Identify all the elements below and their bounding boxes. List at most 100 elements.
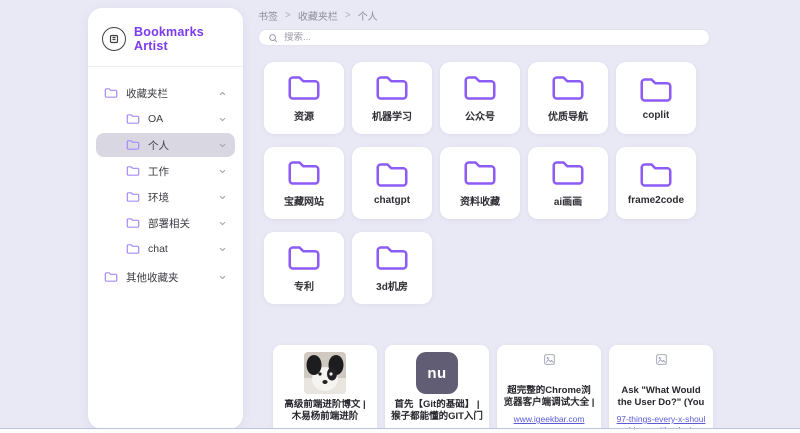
app-logo: Bookmarks Artist	[88, 8, 243, 66]
favorites-children: OA 个人	[96, 107, 235, 261]
chevron-down-icon[interactable]	[218, 115, 227, 124]
folder-name: 资料收藏	[460, 193, 500, 208]
app-title: Bookmarks Artist	[134, 25, 229, 53]
search-input[interactable]	[284, 32, 700, 43]
folder-card[interactable]: 资源	[264, 62, 344, 134]
folder-card[interactable]: 资料收藏	[440, 147, 520, 219]
folder-card[interactable]: 3d机房	[352, 232, 432, 304]
sidebar-item-label: chat	[148, 243, 218, 255]
sidebar-item-label: 个人	[148, 138, 218, 153]
folder-icon	[104, 87, 118, 99]
folder-name: 资源	[294, 108, 314, 123]
folder-card[interactable]: 公众号	[440, 62, 520, 134]
folder-card[interactable]: coplit	[616, 62, 696, 134]
sidebar-item[interactable]: chat	[96, 237, 235, 261]
nulab-logo-text: nu	[427, 365, 446, 382]
bookmark-title: 首先【Git的基础】 | 猴子都能懂的GIT入门 |..	[391, 399, 483, 425]
chevron-down-icon[interactable]	[218, 193, 227, 202]
folder-icon	[462, 73, 498, 103]
breadcrumb-item[interactable]: 收藏夹栏	[298, 8, 338, 23]
bookmark-card[interactable]: nu 首先【Git的基础】 | 猴子都能懂的GIT入门 |.. backlog.…	[385, 345, 489, 433]
folder-icon	[126, 191, 140, 203]
folder-icon	[286, 243, 322, 273]
chevron-down-icon[interactable]	[218, 219, 227, 228]
breadcrumb: 书签 > 收藏夹栏 > 个人	[258, 8, 378, 23]
bookmark-card[interactable]: 高级前端进阶博文 | 木易杨前端进阶 muyiy.cn	[273, 345, 377, 433]
folder-tree: 收藏夹栏 OA	[88, 67, 243, 289]
folder-icon	[638, 160, 674, 190]
sidebar-item-other-bookmarks[interactable]: 其他收藏夹	[96, 265, 235, 289]
sidebar-item-favorites-bar[interactable]: 收藏夹栏	[96, 81, 235, 105]
folder-name: 专利	[294, 278, 314, 293]
search-icon	[268, 33, 278, 43]
chevron-up-icon[interactable]	[218, 89, 227, 98]
folder-icon	[126, 165, 140, 177]
folder-name: 优质导航	[548, 108, 588, 123]
folder-card[interactable]: frame2code	[616, 147, 696, 219]
breadcrumb-item[interactable]: 个人	[358, 8, 378, 23]
breadcrumb-separator: >	[345, 10, 351, 21]
search-bar[interactable]	[258, 29, 710, 46]
folder-card[interactable]: 宝藏网站	[264, 147, 344, 219]
bookmark-card-row: 高级前端进阶博文 | 木易杨前端进阶 muyiy.cn nu 首先【Git的基础…	[273, 345, 713, 433]
folder-icon	[374, 160, 410, 190]
sidebar-item[interactable]: 个人	[96, 133, 235, 157]
breadcrumb-separator: >	[285, 10, 291, 21]
folder-icon	[126, 217, 140, 229]
broken-image-icon	[656, 352, 667, 380]
chevron-down-icon[interactable]	[218, 167, 227, 176]
sidebar-item-label: 其他收藏夹	[126, 270, 218, 285]
folder-icon	[104, 271, 118, 283]
folder-icon	[126, 113, 140, 125]
folder-name: 宝藏网站	[284, 193, 324, 208]
bookmark-card[interactable]: 超完整的Chrome浏览器客户端调试大全 | ... www.igeekbar.…	[497, 345, 601, 433]
folder-card[interactable]: 优质导航	[528, 62, 608, 134]
sidebar-item-label: OA	[148, 113, 218, 125]
folder-card[interactable]: 机器学习	[352, 62, 432, 134]
folder-icon	[462, 158, 498, 188]
folder-name: chatgpt	[374, 195, 410, 206]
sidebar-item[interactable]: 部署相关	[96, 211, 235, 235]
bookmark-card[interactable]: Ask "What Would the User Do?" (You Are..…	[609, 345, 713, 433]
folder-icon	[126, 139, 140, 151]
folder-name: 机器学习	[372, 108, 412, 123]
folder-name: 3d机房	[376, 278, 408, 293]
sidebar-item[interactable]: OA	[96, 107, 235, 131]
breadcrumb-item[interactable]: 书签	[258, 8, 278, 23]
bookmark-title: 超完整的Chrome浏览器客户端调试大全 | ...	[503, 385, 595, 411]
bookmark-title: Ask "What Would the User Do?" (You Are..…	[615, 385, 707, 411]
folder-icon	[126, 243, 140, 255]
folder-icon	[286, 73, 322, 103]
bookmark-thumbnail-nulab-logo: nu	[416, 352, 458, 394]
folder-icon	[286, 158, 322, 188]
sidebar-item[interactable]: 工作	[96, 159, 235, 183]
broken-image-icon	[544, 352, 555, 380]
folder-icon	[638, 75, 674, 105]
folder-card[interactable]: 专利	[264, 232, 344, 304]
sidebar-item-label: 收藏夹栏	[126, 86, 218, 101]
bookmark-link[interactable]: www.igeekbar.com	[514, 414, 585, 425]
sidebar-item-label: 部署相关	[148, 216, 218, 231]
bookmark-title: 高级前端进阶博文 | 木易杨前端进阶	[279, 399, 371, 424]
folder-grid: 资源 机器学习 公众号 优质导航	[264, 62, 696, 304]
chevron-down-icon[interactable]	[218, 141, 227, 150]
folder-name: frame2code	[628, 195, 684, 206]
folder-card[interactable]: ai画画	[528, 147, 608, 219]
folder-icon	[374, 243, 410, 273]
folder-name: ai画画	[554, 193, 582, 208]
sidebar: Bookmarks Artist 收藏夹栏	[88, 8, 243, 429]
folder-icon	[550, 158, 586, 188]
folder-icon	[550, 73, 586, 103]
sidebar-item[interactable]: 环境	[96, 185, 235, 209]
folder-icon	[374, 73, 410, 103]
folder-card[interactable]: chatgpt	[352, 147, 432, 219]
bookmark-logo-icon	[102, 27, 126, 51]
sidebar-item-label: 工作	[148, 164, 218, 179]
window-bottom-edge	[0, 428, 800, 433]
chevron-down-icon[interactable]	[218, 245, 227, 254]
sidebar-item-label: 环境	[148, 190, 218, 205]
bookmarks-artist-app: Bookmarks Artist 收藏夹栏	[0, 0, 800, 433]
folder-name: 公众号	[465, 108, 495, 123]
chevron-down-icon[interactable]	[218, 273, 227, 282]
folder-name: coplit	[643, 110, 670, 121]
